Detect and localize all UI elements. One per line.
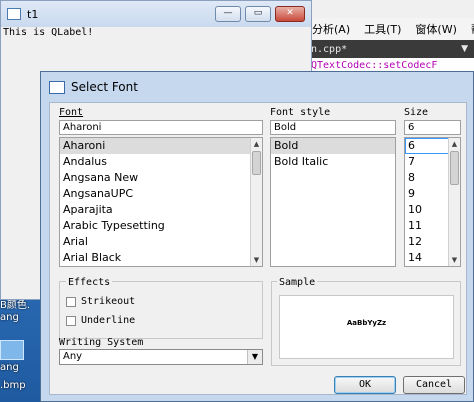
ide-menubar: 分析(A) 工具(T) 窗体(W) 帮助 xyxy=(305,18,474,41)
font-list-item[interactable]: Aparajita xyxy=(60,202,262,218)
underline-checkbox[interactable] xyxy=(66,316,76,326)
close-button[interactable]: ✕ xyxy=(275,6,305,22)
menu-help[interactable]: 帮助 xyxy=(464,21,474,37)
tab-dropdown-icon[interactable]: ▼ xyxy=(461,44,474,54)
size-list-scrollbar[interactable]: ▲ ▼ xyxy=(448,138,460,266)
minimize-button[interactable]: — xyxy=(215,6,241,22)
sample-label: Sample xyxy=(277,277,318,288)
effects-label: Effects xyxy=(66,277,113,288)
size-list[interactable]: 6 7 8 9 10 11 12 14 ▲ ▼ xyxy=(404,137,461,267)
font-style-list[interactable]: Bold Bold Italic xyxy=(270,137,396,267)
desktop-icon-label[interactable]: .bmp xyxy=(0,380,26,391)
font-list-item[interactable]: Arial xyxy=(60,234,262,250)
strikeout-label[interactable]: Strikeout xyxy=(81,296,135,307)
font-list-item[interactable]: Arial Black xyxy=(60,250,262,266)
font-style-list-item[interactable]: Bold xyxy=(271,138,395,154)
font-style-list-item[interactable]: Bold Italic xyxy=(271,154,395,170)
size-label: Size xyxy=(404,107,429,118)
font-list-item[interactable]: Angsana New xyxy=(60,170,262,186)
font-list-scrollbar[interactable]: ▲ ▼ xyxy=(250,138,262,266)
font-list[interactable]: Aharoni Andalus Angsana New AngsanaUPC A… xyxy=(59,137,263,267)
font-style-input[interactable]: Bold xyxy=(270,120,396,135)
font-style-label: Font style xyxy=(270,107,331,118)
menu-tools[interactable]: 工具(T) xyxy=(357,21,408,37)
scrollbar-thumb[interactable] xyxy=(450,151,459,185)
dialog-body: Font Font style Size Aharoni Bold 6 Ahar… xyxy=(49,102,467,395)
scroll-down-icon[interactable]: ▼ xyxy=(449,254,460,266)
underline-label[interactable]: Underline xyxy=(81,315,135,326)
menu-analyze[interactable]: 分析(A) xyxy=(305,21,357,37)
scroll-up-icon[interactable]: ▲ xyxy=(251,138,262,150)
dialog-app-icon xyxy=(49,80,65,94)
dialog-titlebar[interactable]: Select Font xyxy=(41,72,473,102)
font-list-item[interactable]: Andalus xyxy=(60,154,262,170)
writing-system-label: Writing System xyxy=(59,337,144,348)
editor-tab-bar: n.cpp* ▼ xyxy=(305,40,474,58)
cancel-button[interactable]: Cancel xyxy=(403,376,465,394)
chevron-down-icon[interactable]: ▼ xyxy=(247,350,262,364)
scroll-up-icon[interactable]: ▲ xyxy=(449,138,460,150)
ok-button[interactable]: OK xyxy=(334,376,396,394)
qlabel-text: This is QLabel! xyxy=(3,27,94,38)
select-font-dialog: Select Font Font Font style Size Aharoni… xyxy=(40,71,474,402)
sample-text: AaBbYyZz xyxy=(346,319,387,327)
font-list-item[interactable]: Aharoni xyxy=(60,138,262,154)
size-input[interactable]: 6 xyxy=(404,120,461,135)
writing-system-select[interactable]: Any ▼ xyxy=(59,349,263,365)
t1-titlebar[interactable]: t1 — ▭ ✕ xyxy=(1,1,311,27)
scrollbar-thumb[interactable] xyxy=(252,151,261,175)
font-list-item[interactable]: AngsanaUPC xyxy=(60,186,262,202)
writing-system-value: Any xyxy=(63,351,83,362)
font-input[interactable]: Aharoni xyxy=(59,120,263,135)
menu-window[interactable]: 窗体(W) xyxy=(408,21,463,37)
strikeout-checkbox[interactable] xyxy=(66,297,76,307)
desktop-file-icon[interactable] xyxy=(0,340,24,360)
desktop-icon-label[interactable]: ang xyxy=(0,362,19,373)
font-label: Font xyxy=(59,107,84,118)
scroll-down-icon[interactable]: ▼ xyxy=(251,254,262,266)
window-app-icon xyxy=(7,8,21,20)
maximize-button[interactable]: ▭ xyxy=(245,6,271,22)
sample-preview: AaBbYyZz xyxy=(279,295,454,359)
desktop-icon-label[interactable]: ang xyxy=(0,312,19,323)
font-list-item[interactable]: Arabic Typesetting xyxy=(60,218,262,234)
t1-title: t1 xyxy=(27,7,39,21)
dialog-title: Select Font xyxy=(71,80,138,94)
effects-group xyxy=(59,281,263,339)
